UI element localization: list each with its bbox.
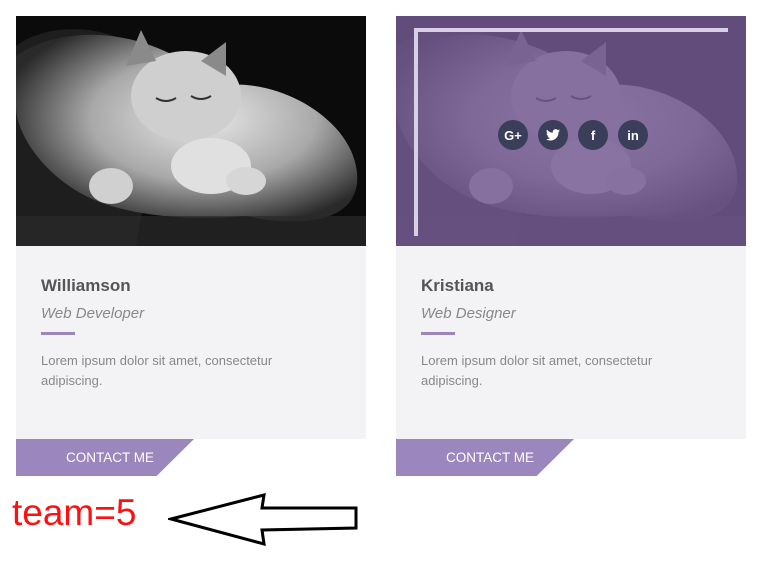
team-card-williamson: Williamson Web Developer Lorem ipsum dol… — [16, 16, 366, 476]
accent-divider — [41, 332, 75, 335]
annotation-arrow-icon — [168, 492, 358, 547]
team-card-info: Kristiana Web Designer Lorem ipsum dolor… — [396, 246, 746, 439]
team-card-kristiana: G+ f in Kristiana Web Designer Lorem ips… — [396, 16, 746, 476]
member-name: Kristiana — [421, 276, 494, 295]
annotation-text: team=5 — [12, 492, 137, 533]
member-role: Web Designer — [421, 305, 516, 322]
team-member-photo — [16, 16, 366, 246]
accent-divider — [421, 332, 455, 335]
member-role: Web Developer — [41, 305, 145, 322]
overlay-frame-top — [414, 28, 728, 32]
linkedin-icon[interactable]: in — [618, 120, 648, 150]
social-links: G+ f in — [498, 120, 648, 150]
facebook-icon[interactable]: f — [578, 120, 608, 150]
google-plus-icon[interactable]: G+ — [498, 120, 528, 150]
team-card-info: Williamson Web Developer Lorem ipsum dol… — [16, 246, 366, 439]
contact-me-button[interactable]: CONTACT ME — [16, 439, 194, 476]
overlay-frame-left — [414, 28, 418, 236]
member-description: Lorem ipsum dolor sit amet, consectetur … — [421, 353, 653, 388]
member-description: Lorem ipsum dolor sit amet, consectetur … — [41, 353, 273, 388]
twitter-icon[interactable] — [538, 120, 568, 150]
member-name: Williamson — [41, 276, 131, 295]
team-member-photo[interactable]: G+ f in — [396, 16, 746, 246]
cat-photo-image — [16, 16, 366, 246]
contact-me-button[interactable]: CONTACT ME — [396, 439, 574, 476]
